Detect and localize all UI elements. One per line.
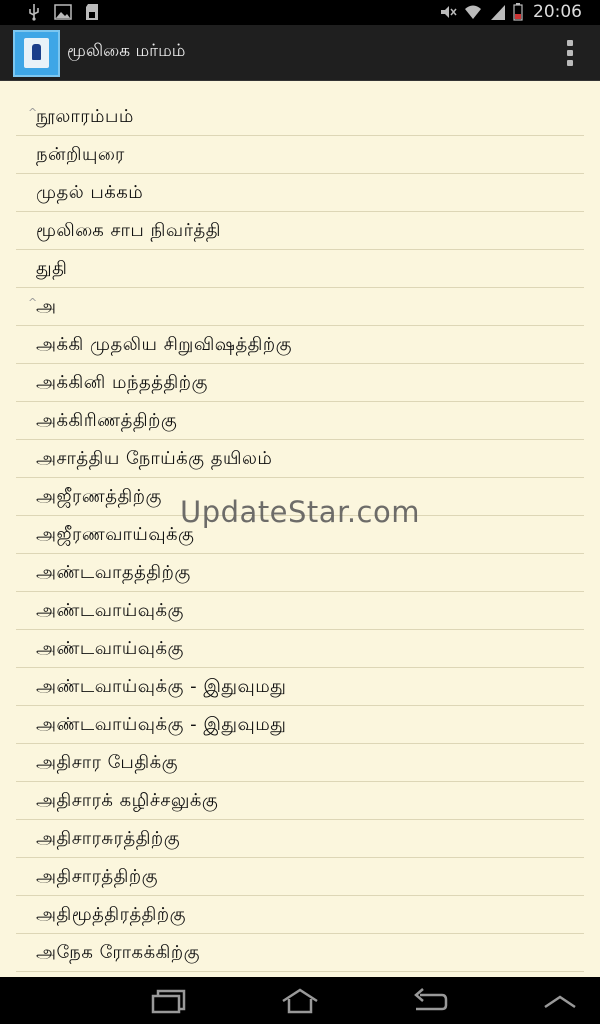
list-item[interactable]: ^ நூலாரம்பம் bbox=[16, 98, 584, 136]
list-item[interactable]: அசாத்திய நோய்க்கு தயிலம் bbox=[16, 440, 584, 478]
list-item-label: அக்கிரிணத்திற்கு bbox=[36, 410, 178, 431]
list-item-label: அக்கினி மந்தத்திற்கு bbox=[36, 372, 208, 393]
status-time: 20:06 bbox=[533, 2, 582, 22]
list-item[interactable]: அதிசாரத்திற்கு bbox=[16, 858, 584, 896]
action-bar: மூலிகை மர்மம் bbox=[0, 25, 600, 81]
usb-icon bbox=[29, 4, 39, 21]
list-item[interactable]: அதிசார பேதிக்கு bbox=[16, 744, 584, 782]
list-item-label: அண்டவாதத்திற்கு bbox=[36, 562, 191, 583]
list-item-label: முதல் பக்கம் bbox=[36, 182, 144, 203]
mute-icon bbox=[441, 6, 457, 18]
sd-card-icon bbox=[86, 4, 98, 20]
list-item-label: அஜீரணவாய்வுக்கு bbox=[36, 524, 195, 545]
list-item[interactable]: ^ அ bbox=[16, 288, 584, 326]
list-item-label: அநேக ரோகக்கிற்கு bbox=[36, 942, 200, 963]
list-item-label: நூலாரம்பம் bbox=[36, 106, 134, 127]
list-item[interactable]: முதல் பக்கம் bbox=[16, 174, 584, 212]
home-icon[interactable] bbox=[280, 987, 320, 1015]
status-bar: 20:06 bbox=[0, 0, 600, 25]
back-icon[interactable] bbox=[410, 987, 450, 1015]
list-item-label: மூலிகை சாப நிவர்த்தி bbox=[36, 220, 222, 241]
image-icon bbox=[54, 4, 72, 20]
list-item-label: அதிசாரத்திற்கு bbox=[36, 866, 159, 887]
list-item[interactable]: மூலிகை சாப நிவர்த்தி bbox=[16, 212, 584, 250]
list-item[interactable]: அநேக ரோகக்கிற்கு bbox=[16, 934, 584, 972]
list-item-label: அதிசாரக் கழிச்சலுக்கு bbox=[36, 790, 219, 811]
menu-up-icon[interactable] bbox=[540, 987, 580, 1015]
list-item-label: அதிமூத்திரத்திற்கு bbox=[36, 904, 187, 925]
recent-apps-icon[interactable] bbox=[150, 987, 190, 1015]
list-item[interactable]: அதிமூத்திரத்திற்கு bbox=[16, 896, 584, 934]
list-item[interactable]: அதிசாரசுரத்திற்கு bbox=[16, 820, 584, 858]
list-item[interactable]: அக்கினி மந்தத்திற்கு bbox=[16, 364, 584, 402]
navigation-bar bbox=[0, 977, 600, 1024]
list-item[interactable]: அண்டவாய்வுக்கு - இதுவுமது bbox=[16, 706, 584, 744]
content-area: ^ நூலாரம்பம் நன்றியுரை முதல் பக்கம் மூலிகை ச… bbox=[0, 81, 600, 977]
list-item-label: அண்டவாய்வுக்கு bbox=[36, 600, 184, 621]
list-item[interactable]: அதிசாரக் கழிச்சலுக்கு bbox=[16, 782, 584, 820]
list-item-label: அக்கி முதலிய சிறுவிஷத்திற்கு bbox=[36, 334, 293, 355]
list-item[interactable]: அண்டவாய்வுக்கு bbox=[16, 592, 584, 630]
list-item[interactable]: அண்டவாதத்திற்கு bbox=[16, 554, 584, 592]
list-item-label: அதிசாரசுரத்திற்கு bbox=[36, 828, 181, 849]
app-icon[interactable] bbox=[13, 30, 60, 77]
list-item-label: அதிசார பேதிக்கு bbox=[36, 752, 178, 773]
list-item-label: அண்டவாய்வுக்கு bbox=[36, 638, 184, 659]
watermark: UpdateStar.com bbox=[180, 495, 420, 529]
list-item[interactable]: அண்டவாய்வுக்கு - இதுவுமது bbox=[16, 668, 584, 706]
list-item-label: அசாத்திய நோய்க்கு தயிலம் bbox=[36, 448, 273, 469]
list-item[interactable]: அக்கிரிணத்திற்கு bbox=[16, 402, 584, 440]
overflow-menu-icon[interactable] bbox=[566, 40, 574, 66]
list-item-label: துதி bbox=[36, 258, 68, 279]
list-item[interactable]: நன்றியுரை bbox=[16, 136, 584, 174]
list-item-label: அஜீரணத்திற்கு bbox=[36, 486, 162, 507]
battery-icon bbox=[513, 3, 523, 21]
list-item[interactable]: துதி bbox=[16, 250, 584, 288]
wifi-icon bbox=[465, 5, 481, 19]
list-item-label: அண்டவாய்வுக்கு - இதுவுமது bbox=[36, 676, 287, 697]
topic-list: ^ நூலாரம்பம் நன்றியுரை முதல் பக்கம் மூலிகை ச… bbox=[16, 98, 584, 972]
list-item[interactable]: அக்கி முதலிய சிறுவிஷத்திற்கு bbox=[16, 326, 584, 364]
list-item-label: அண்டவாய்வுக்கு - இதுவுமது bbox=[36, 714, 287, 735]
list-item-label: நன்றியுரை bbox=[36, 144, 125, 165]
list-item-label: அ bbox=[36, 296, 57, 317]
list-item[interactable]: அண்டவாய்வுக்கு bbox=[16, 630, 584, 668]
app-title: மூலிகை மர்மம் bbox=[67, 41, 186, 61]
signal-icon bbox=[491, 5, 505, 20]
